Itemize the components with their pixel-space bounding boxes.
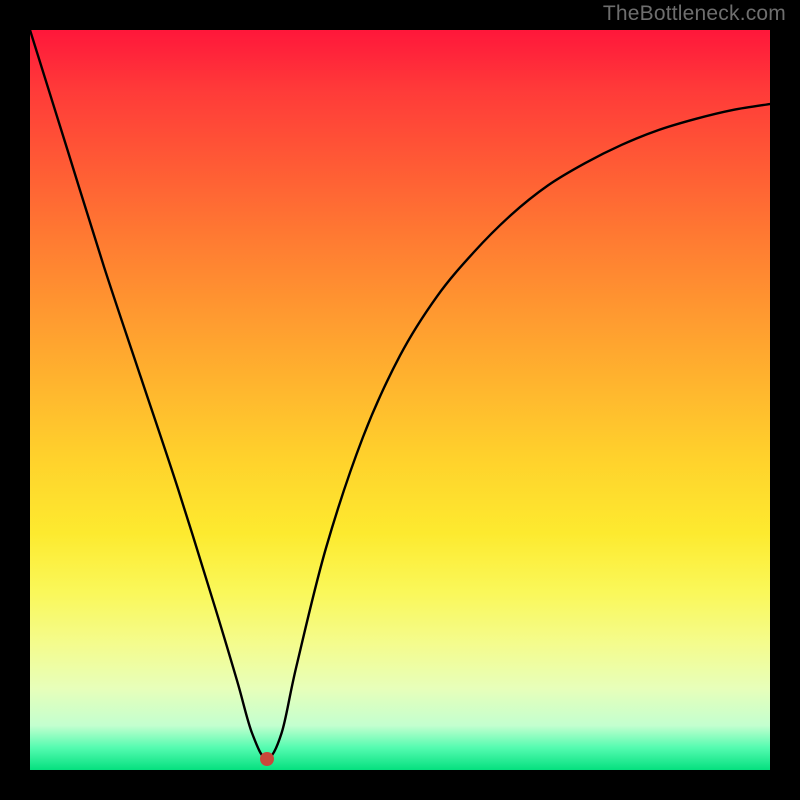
optimum-marker: [260, 752, 274, 766]
bottleneck-curve: [30, 30, 770, 770]
chart-frame: TheBottleneck.com: [0, 0, 800, 800]
plot-area: [30, 30, 770, 770]
watermark-text: TheBottleneck.com: [603, 2, 786, 26]
